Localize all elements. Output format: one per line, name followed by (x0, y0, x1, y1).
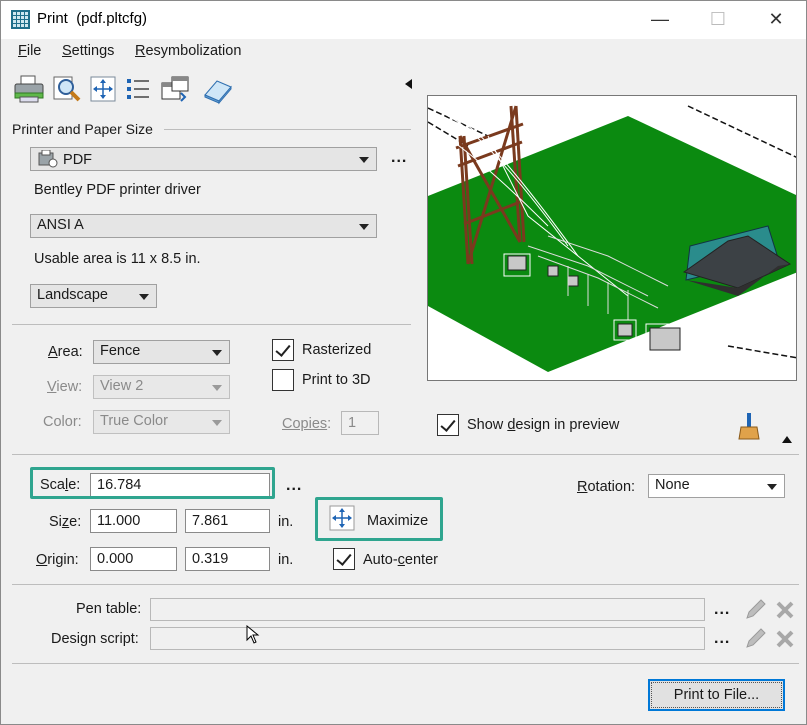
pen-table-more-button[interactable]: ... (714, 601, 730, 619)
list-button[interactable] (123, 73, 155, 105)
menu-bar: File Settings Resymbolization (1, 39, 806, 65)
window-title: Print (pdf.pltcfg) (37, 10, 148, 27)
scale-highlight (30, 467, 275, 499)
maximize-icon: ☐ (709, 9, 727, 29)
area-label: Area: (48, 344, 83, 360)
area-dropdown[interactable]: Fence (93, 340, 230, 364)
rasterized-label: Rasterized (302, 342, 372, 358)
orientation-dropdown[interactable]: Landscape (30, 284, 157, 308)
chevron-down-icon (212, 420, 222, 426)
color-label: Color: (43, 414, 82, 430)
usable-area-text: Usable area is 11 x 8.5 in. (34, 251, 201, 267)
view-label: View: (47, 379, 83, 395)
menu-settings[interactable]: Settings (62, 43, 114, 59)
section-divider (12, 663, 799, 664)
section-divider (12, 324, 411, 325)
chevron-down-icon (139, 294, 149, 300)
print-to-3d-checkbox[interactable] (272, 369, 294, 391)
minimize-button[interactable]: — (637, 5, 683, 35)
design-script-edit-pencil-icon[interactable] (743, 627, 769, 651)
show-design-checkbox[interactable] (437, 414, 459, 436)
brush-icon[interactable] (737, 411, 761, 441)
maximize-window-button[interactable]: ☐ (695, 5, 741, 35)
size-label: Size: (49, 514, 82, 530)
show-design-label: Show design in preview (467, 417, 620, 433)
pen-table-input[interactable] (150, 598, 705, 621)
print-dialog: Print (pdf.pltcfg) — ☐ ✕ File Settings R… (0, 0, 807, 725)
printer-more-button[interactable]: ... (391, 149, 407, 167)
section-divider (164, 129, 411, 130)
pen-table-edit-pencil-icon[interactable] (743, 598, 769, 622)
copy-windows-icon (161, 76, 189, 102)
print-to-file-button[interactable]: Print to File... (648, 679, 785, 711)
size-width-input[interactable]: 11.000 (90, 509, 177, 533)
rotation-label: Rotation: (577, 479, 636, 495)
print-preview (427, 95, 797, 381)
fit-view-icon (90, 76, 116, 102)
rasterized-checkbox[interactable] (272, 339, 294, 361)
close-button[interactable]: ✕ (753, 5, 799, 35)
rotation-dropdown[interactable]: None (648, 474, 785, 498)
preview-icon (53, 76, 81, 102)
origin-y-input[interactable]: 0.319 (185, 547, 270, 571)
design-script-more-button[interactable]: ... (714, 630, 730, 648)
eraser-icon (204, 80, 232, 105)
chevron-down-icon (359, 157, 369, 163)
chevron-down-icon (359, 224, 369, 230)
maximize-highlight (315, 497, 443, 541)
preview-button[interactable] (51, 73, 83, 105)
section-divider (12, 454, 799, 455)
size-height-input[interactable]: 7.861 (185, 509, 270, 533)
pen-table-clear-icon[interactable] (775, 600, 795, 620)
mouse-cursor-icon (246, 625, 260, 644)
menu-resymbolization[interactable]: Resymbolization (135, 43, 241, 59)
app-grid-icon (11, 10, 30, 29)
view-dropdown[interactable]: View 2 (93, 375, 230, 399)
chevron-down-icon (767, 484, 777, 490)
design-script-clear-icon[interactable] (775, 629, 795, 649)
copies-input[interactable]: 1 (341, 411, 379, 435)
origin-label: Origin: (36, 552, 79, 568)
chevron-down-icon (212, 350, 222, 356)
design-script-label: Design script: (51, 631, 139, 647)
printer-dropdown[interactable]: PDF (30, 147, 377, 171)
minimize-icon: — (651, 9, 669, 29)
close-icon: ✕ (768, 9, 784, 29)
auto-center-checkbox[interactable] (333, 548, 355, 570)
section-divider (12, 584, 799, 585)
origin-unit: in. (278, 552, 294, 568)
color-dropdown[interactable]: True Color (93, 410, 230, 434)
pdf-printer-icon (37, 149, 59, 168)
collapse-preview-arrow[interactable] (405, 79, 412, 89)
menu-file[interactable]: File (18, 43, 41, 59)
list-icon (127, 79, 149, 99)
paper-size-dropdown[interactable]: ANSI A (30, 214, 377, 238)
design-script-input[interactable] (150, 627, 705, 650)
pen-table-label: Pen table: (76, 601, 142, 617)
title-bar[interactable]: Print (pdf.pltcfg) — ☐ ✕ (1, 1, 806, 39)
copies-label: Copies: (282, 416, 332, 432)
printer-driver-text: Bentley PDF printer driver (34, 182, 201, 198)
substation-preview-image (428, 105, 796, 372)
printer-section-label: Printer and Paper Size (12, 121, 153, 137)
auto-center-label: Auto-center (363, 552, 438, 568)
fit-view-button[interactable] (87, 73, 119, 105)
size-unit: in. (278, 514, 294, 530)
collapse-section-arrow[interactable] (782, 436, 792, 443)
copy-windows-button[interactable] (159, 73, 191, 105)
eraser-button[interactable] (201, 73, 233, 105)
scale-more-button[interactable]: ... (286, 477, 302, 495)
print-button[interactable] (13, 73, 45, 105)
origin-x-input[interactable]: 0.000 (90, 547, 177, 571)
print-to-3d-label: Print to 3D (302, 372, 371, 388)
printer-icon (14, 75, 44, 103)
chevron-down-icon (212, 385, 222, 391)
